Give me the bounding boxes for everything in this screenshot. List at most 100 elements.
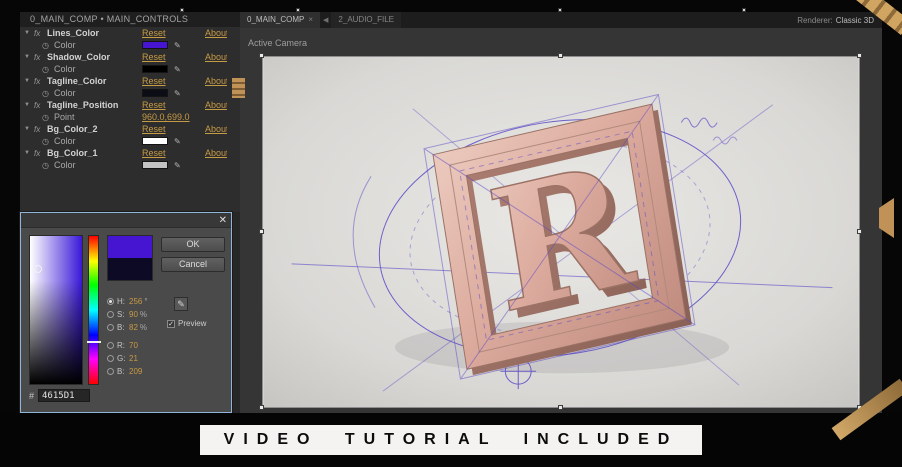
reset-link[interactable]: Reset bbox=[142, 148, 166, 158]
hex-input[interactable]: 4615D1 bbox=[38, 389, 91, 402]
twirl-down-icon[interactable]: ▼ bbox=[24, 150, 34, 156]
about-link[interactable]: About bbox=[205, 124, 227, 134]
radio-icon[interactable] bbox=[107, 367, 114, 375]
eyedropper-icon[interactable]: ✎ bbox=[174, 65, 181, 74]
tab-audio-file[interactable]: 2_AUDIO_FILE bbox=[331, 12, 401, 28]
active-camera-label: Active Camera bbox=[248, 38, 308, 48]
effect-name[interactable]: Tagline_Color bbox=[47, 76, 106, 86]
radio-icon[interactable] bbox=[107, 310, 114, 318]
ok-button[interactable]: OK bbox=[161, 237, 225, 252]
param-label: Color bbox=[54, 88, 76, 98]
field-unit: % bbox=[139, 309, 148, 319]
stopwatch-icon[interactable]: ◷ bbox=[42, 137, 54, 146]
effect-name[interactable]: Lines_Color bbox=[47, 28, 99, 38]
selection-handle[interactable] bbox=[558, 405, 563, 410]
composition-viewer: 0_MAIN_COMP × ◀ 2_AUDIO_FILE Renderer: Cla… bbox=[240, 12, 882, 413]
tab-main-comp[interactable]: 0_MAIN_COMP × bbox=[240, 12, 321, 28]
selection-handle[interactable] bbox=[857, 53, 862, 58]
field-value[interactable]: 82 bbox=[129, 323, 138, 332]
hue-slider[interactable] bbox=[88, 235, 99, 385]
param-row: ◷ Color ✎ bbox=[20, 63, 240, 75]
cancel-button[interactable]: Cancel bbox=[161, 257, 225, 272]
stopwatch-icon[interactable]: ◷ bbox=[42, 41, 54, 50]
param-row: ◷ Color ✎ bbox=[20, 87, 240, 99]
radio-icon[interactable] bbox=[107, 323, 114, 331]
point-value[interactable]: 960.0,699.0 bbox=[142, 112, 190, 122]
tab-close-icon[interactable]: × bbox=[308, 15, 313, 24]
twirl-down-icon[interactable]: ▼ bbox=[24, 126, 34, 132]
reset-link[interactable]: Reset bbox=[142, 52, 166, 62]
reset-link[interactable]: Reset bbox=[142, 76, 166, 86]
color-swatch[interactable] bbox=[142, 89, 168, 97]
field-value[interactable]: 70 bbox=[129, 341, 138, 350]
dialog-titlebar[interactable]: ✕ bbox=[21, 213, 231, 228]
gold-tag-left bbox=[232, 78, 245, 98]
effect-name[interactable]: Bg_Color_2 bbox=[47, 124, 98, 134]
radio-icon[interactable] bbox=[107, 341, 114, 349]
about-link[interactable]: About bbox=[205, 28, 227, 38]
selection-handle[interactable] bbox=[259, 53, 264, 58]
saturation-brightness-field[interactable] bbox=[29, 235, 83, 385]
radio-icon[interactable] bbox=[107, 354, 114, 362]
fx-effect-icon: fx bbox=[34, 28, 41, 38]
effect-name[interactable]: Bg_Color_1 bbox=[47, 148, 98, 158]
stopwatch-icon[interactable]: ◷ bbox=[42, 161, 54, 170]
color-swatch[interactable] bbox=[142, 161, 168, 169]
hex-field-row: # 4615D1 bbox=[29, 389, 91, 402]
twirl-down-icon[interactable]: ▼ bbox=[24, 54, 34, 60]
eyedropper-icon[interactable]: ✎ bbox=[174, 137, 181, 146]
reset-link[interactable]: Reset bbox=[142, 100, 166, 110]
close-icon[interactable]: ✕ bbox=[219, 214, 227, 227]
twirl-down-icon[interactable]: ▼ bbox=[24, 30, 34, 36]
field-red: R: 70 bbox=[107, 339, 140, 351]
radio-icon[interactable] bbox=[107, 297, 114, 305]
reset-link[interactable]: Reset bbox=[142, 124, 166, 134]
effect-row-bg-color-2: ▼ fx Bg_Color_2 Reset About bbox=[20, 123, 240, 135]
eyedropper-button[interactable]: ✎ bbox=[174, 297, 188, 311]
new-color-swatch bbox=[108, 236, 152, 258]
param-label: Color bbox=[54, 136, 76, 146]
twirl-down-icon[interactable]: ▼ bbox=[24, 78, 34, 84]
color-swatch[interactable] bbox=[142, 41, 168, 49]
reset-link[interactable]: Reset bbox=[142, 28, 166, 38]
stopwatch-icon[interactable]: ◷ bbox=[42, 113, 54, 122]
effect-controls-header: 0_MAIN_COMP • MAIN_CONTROLS bbox=[20, 12, 240, 27]
param-row: ◷ Color ✎ bbox=[20, 159, 240, 171]
tab-scroll-arrow-icon[interactable]: ◀ bbox=[320, 16, 331, 24]
preview-label: Preview bbox=[178, 319, 207, 328]
field-value[interactable]: 209 bbox=[129, 367, 142, 376]
preview-checkbox[interactable]: ✓ bbox=[167, 319, 175, 328]
field-label: H: bbox=[117, 296, 125, 306]
about-link[interactable]: About bbox=[205, 100, 227, 110]
field-label: G: bbox=[117, 353, 126, 363]
fx-effect-icon: fx bbox=[34, 100, 41, 110]
stopwatch-icon[interactable]: ◷ bbox=[42, 89, 54, 98]
color-swatch[interactable] bbox=[142, 65, 168, 73]
selection-handle[interactable] bbox=[857, 229, 862, 234]
stopwatch-icon[interactable]: ◷ bbox=[42, 65, 54, 74]
renderer-label: Renderer: bbox=[797, 15, 833, 25]
selection-handle[interactable] bbox=[259, 405, 264, 410]
effect-name[interactable]: Shadow_Color bbox=[47, 52, 110, 62]
eyedropper-icon[interactable]: ✎ bbox=[174, 89, 181, 98]
eyedropper-icon[interactable]: ✎ bbox=[174, 41, 181, 50]
fx-effect-icon: fx bbox=[34, 52, 41, 62]
field-value[interactable]: 21 bbox=[129, 354, 138, 363]
eyedropper-icon[interactable]: ✎ bbox=[174, 161, 181, 170]
color-swatch[interactable] bbox=[142, 137, 168, 145]
renderer-value[interactable]: Classic 3D bbox=[836, 16, 874, 25]
selection-handle[interactable] bbox=[259, 229, 264, 234]
param-row: ◷ Point 960.0,699.0 bbox=[20, 111, 240, 123]
param-label: Color bbox=[54, 40, 76, 50]
selection-handle[interactable] bbox=[558, 53, 563, 58]
color-cursor[interactable] bbox=[34, 265, 42, 273]
about-link[interactable]: About bbox=[205, 148, 227, 158]
twirl-down-icon[interactable]: ▼ bbox=[24, 102, 34, 108]
field-label: S: bbox=[117, 309, 125, 319]
effect-name[interactable]: Tagline_Position bbox=[47, 100, 118, 110]
about-link[interactable]: About bbox=[205, 52, 227, 62]
hue-slider-marker[interactable] bbox=[87, 341, 101, 343]
field-value[interactable]: 256 bbox=[129, 297, 142, 306]
field-value[interactable]: 90 bbox=[129, 310, 138, 319]
about-link[interactable]: About bbox=[205, 76, 227, 86]
